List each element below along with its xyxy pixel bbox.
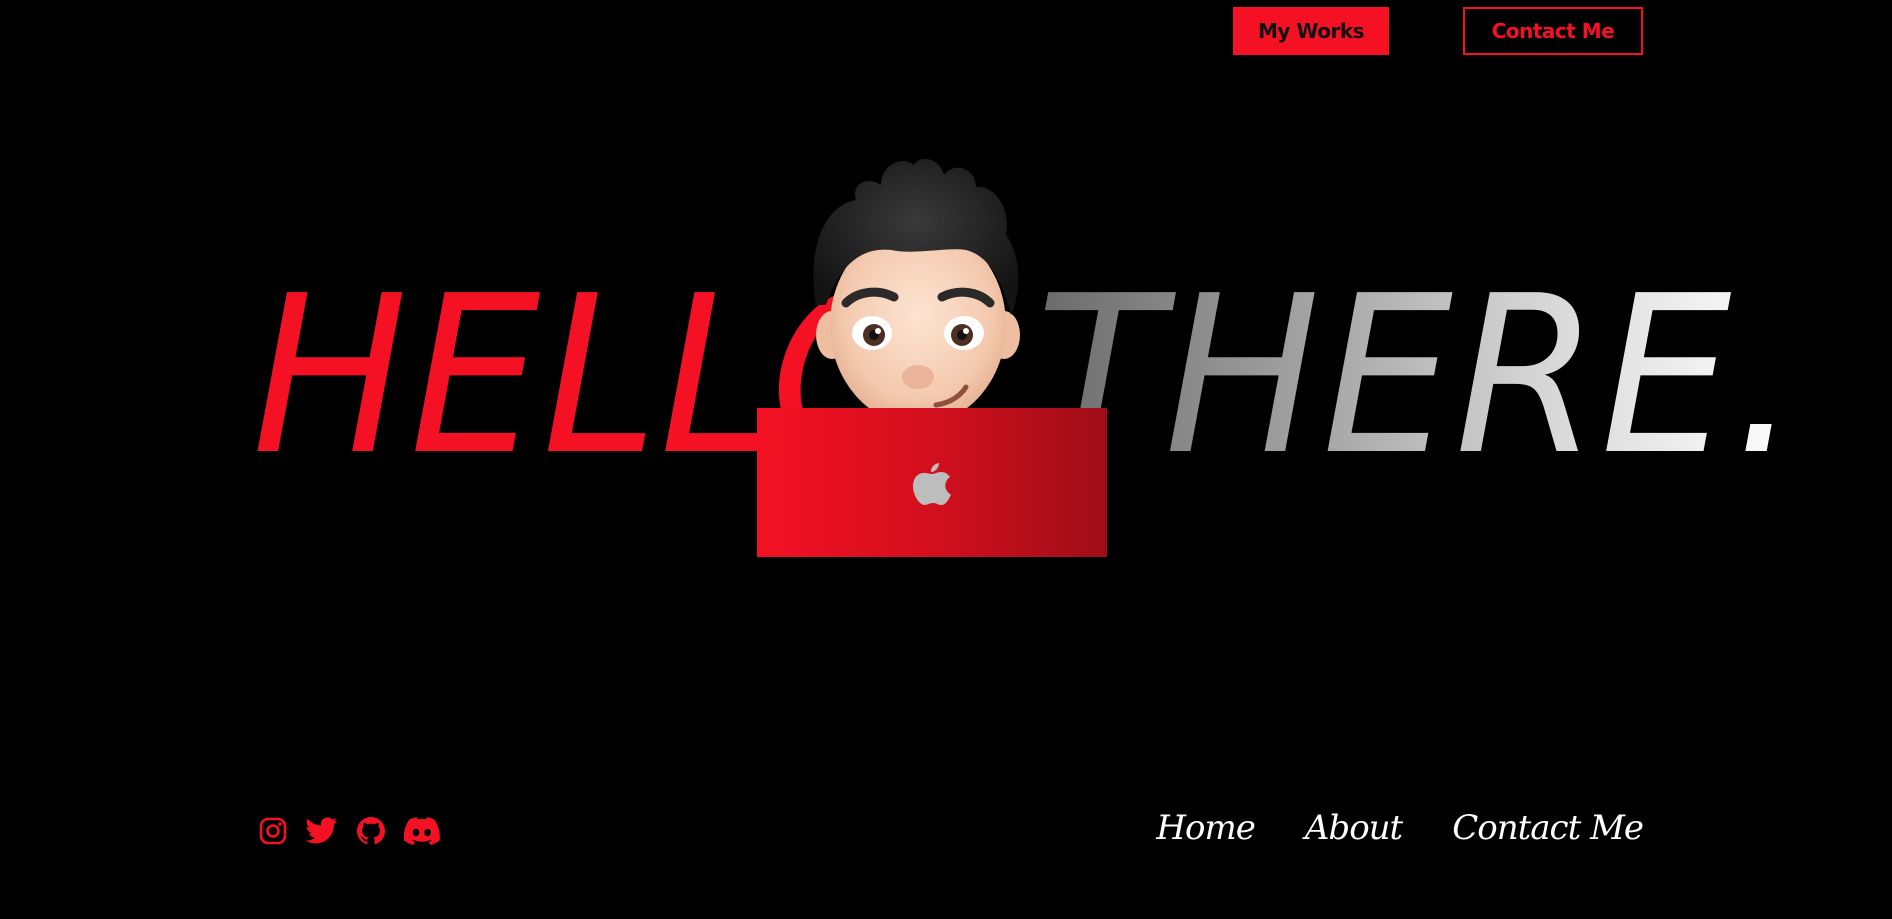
laptop [757, 408, 1107, 557]
apple-logo-icon [913, 462, 951, 505]
hero-title-there: THERE. [1036, 250, 1802, 503]
avatar [813, 158, 1020, 425]
nav-about-link[interactable]: About [1305, 808, 1403, 848]
social-links [258, 816, 440, 846]
github-icon[interactable] [356, 816, 386, 846]
instagram-icon[interactable] [258, 816, 288, 846]
my-works-button[interactable]: My Works [1233, 7, 1389, 55]
nav-home-link[interactable]: Home [1156, 808, 1255, 848]
contact-me-button[interactable]: Contact Me [1463, 7, 1643, 55]
discord-icon[interactable] [404, 817, 440, 845]
page: My Works Contact Me HELLO THERE. Home Ab… [0, 0, 1892, 919]
nav-contact-link[interactable]: Contact Me [1452, 808, 1644, 848]
twitter-icon[interactable] [306, 817, 338, 845]
bottom-nav: Home About Contact Me [1156, 808, 1644, 848]
